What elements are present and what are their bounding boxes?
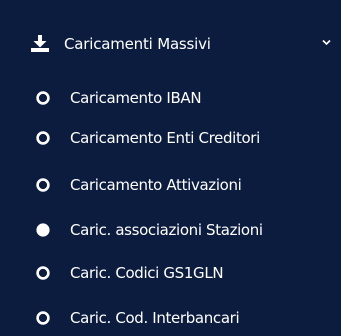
caricamenti-massivi-menu-header[interactable]: Caricamenti Massivi (0, 24, 341, 64)
circle-outline-icon (36, 131, 50, 145)
circle-outline-icon (36, 311, 50, 325)
circle-outline-icon (36, 266, 50, 280)
circle-outline-icon (36, 91, 50, 105)
menu-item-caricamento-enti-creditori[interactable]: Caricamento Enti Creditori (0, 120, 341, 156)
circle-outline-icon (36, 178, 50, 192)
menu-item-caric-codici-gs1gln[interactable]: Caric. Codici GS1GLN (0, 255, 341, 291)
menu-item-caricamento-iban[interactable]: Caricamento IBAN (0, 80, 341, 116)
menu-item-label: Caricamento Attivazioni (70, 176, 242, 194)
chevron-down-icon[interactable] (322, 39, 331, 46)
menu-item-label: Caricamento Enti Creditori (70, 129, 260, 147)
circle-filled-icon (36, 223, 50, 237)
menu-item-caric-associazioni-stazioni[interactable]: Caric. associazioni Stazioni (0, 212, 341, 248)
menu-header-label: Caricamenti Massivi (64, 35, 211, 53)
menu-item-caric-cod-interbancari[interactable]: Caric. Cod. Interbancari (0, 300, 341, 336)
menu-item-label: Caricamento IBAN (70, 89, 202, 107)
menu-item-label: Caric. associazioni Stazioni (70, 221, 263, 239)
menu-item-label: Caric. Codici GS1GLN (70, 264, 224, 282)
menu-item-caricamento-attivazioni[interactable]: Caricamento Attivazioni (0, 167, 341, 203)
menu-item-label: Caric. Cod. Interbancari (70, 309, 240, 327)
sidebar-menu: Caricamenti Massivi Caricamento IBAN Car… (0, 0, 341, 336)
download-icon (31, 35, 49, 52)
